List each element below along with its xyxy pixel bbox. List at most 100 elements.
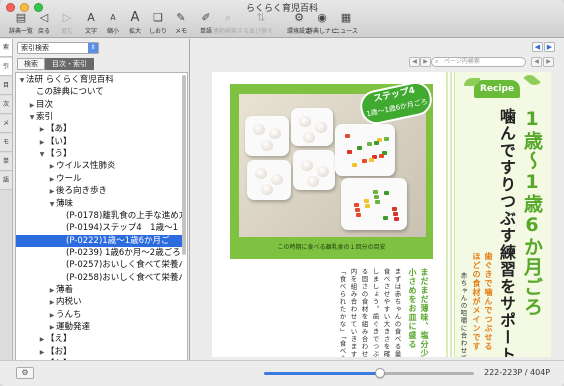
tree-item-label: この辞典について — [36, 87, 104, 98]
tree-item[interactable]: (P-0239) 1歳6か月〜2歳ごろ — [16, 247, 182, 259]
page-prev-button[interactable]: ◀ — [409, 57, 420, 67]
tree-item[interactable]: ▶ 薄着 — [16, 284, 182, 296]
search-prev-button[interactable]: ◀ — [531, 57, 542, 67]
search-next-button[interactable]: ▶ — [543, 57, 554, 67]
tree-item[interactable]: ▼ 薄味 — [16, 198, 182, 210]
vegetable-piece — [379, 154, 384, 158]
tree-item-label: 内税い — [56, 297, 82, 308]
page-slider[interactable] — [264, 368, 474, 378]
tree-scrollbar[interactable] — [182, 75, 186, 255]
page-search-input[interactable]: ⌕ ページ内検索 — [431, 57, 526, 67]
disclosure-open-icon[interactable]: ▼ — [28, 112, 36, 123]
tree-item[interactable]: ▶ 目次 — [16, 99, 182, 111]
disclosure-closed-icon[interactable]: ▶ — [48, 174, 56, 185]
disclosure-closed-icon[interactable]: ▶ — [48, 285, 56, 296]
body-text-column: 「食べられたかな」「食べら — [338, 268, 346, 357]
bookmark-icon: ❏ — [153, 11, 163, 24]
disclosure-closed-icon[interactable]: ▶ — [48, 161, 56, 172]
zoom-in-icon: A — [130, 10, 140, 25]
disclosure-closed-icon[interactable]: ▶ — [48, 186, 56, 197]
rice-ball — [261, 140, 273, 151]
settings-menu-button[interactable]: ⚙ — [16, 367, 34, 379]
tree-item[interactable]: (P-0258)おいしく食べて栄養バ — [16, 272, 182, 284]
tree-item[interactable]: ▶ 後ろ向き歩き — [16, 185, 182, 197]
tree-item[interactable]: ▼ 【う】 — [16, 148, 182, 160]
tree-item[interactable]: ▶ 【お】 — [16, 346, 182, 358]
preferences-icon: ⚙ — [294, 11, 304, 24]
disclosure-closed-icon[interactable]: ▶ — [38, 137, 46, 148]
tree-item[interactable]: この辞典について — [16, 86, 182, 98]
vertical-tab-0[interactable]: 索 — [0, 39, 12, 57]
toolbar-button-9[interactable]: ⌕ 連動検索する — [213, 11, 250, 35]
vertical-tab-4[interactable]: メ — [0, 115, 12, 133]
disclosure-closed-icon[interactable]: ▶ — [48, 297, 56, 308]
rice-ball — [269, 128, 281, 139]
disclosure-closed-icon[interactable]: ▶ — [38, 124, 46, 135]
disclosure-closed-icon[interactable]: ▶ — [38, 334, 46, 345]
tree-item[interactable]: ▶ 【い】 — [16, 136, 182, 148]
disclosure-open-icon[interactable]: ▼ — [18, 75, 26, 86]
rice-ball — [303, 132, 315, 143]
vegetable-piece — [356, 213, 361, 217]
vertical-tab-2[interactable]: 目 — [0, 77, 12, 95]
disclosure-open-icon[interactable]: ▼ — [48, 199, 56, 210]
vegetable-piece — [383, 216, 388, 220]
index-type-select[interactable]: 索引検索 ⇕ — [17, 42, 99, 54]
toolbar-button-10[interactable]: ⇅ 並び替え — [246, 11, 276, 35]
tree-item[interactable]: ▶ ウール — [16, 173, 182, 185]
history-forward-button[interactable]: ▶ — [544, 42, 555, 52]
body-text-column: 内を組み合わせていきます。 — [349, 268, 357, 357]
subheading-green-2: 小さめをお皿に盛る — [408, 268, 417, 349]
toolbar-button-13[interactable]: ▦ ニュース — [331, 11, 361, 35]
vegetable-piece — [374, 141, 379, 145]
tree-item[interactable]: (P-0178)離乳食の上手な進め方 — [16, 210, 182, 222]
vegetable-piece — [384, 191, 389, 195]
rice-ball — [299, 116, 311, 127]
rice-ball — [253, 124, 265, 135]
tree-item[interactable]: ▶ 内税い — [16, 296, 182, 308]
history-back-button[interactable]: ◀ — [532, 42, 543, 52]
tree-item[interactable]: (P-0194)ステップ4 1歳〜1 — [16, 222, 182, 234]
disclosure-closed-icon[interactable]: ▶ — [48, 310, 56, 321]
tree-item[interactable]: ▶ 運動発達 — [16, 321, 182, 333]
page-slider-fill — [264, 372, 380, 375]
vertical-tab-1[interactable]: 引 — [0, 58, 12, 76]
page-search-row: ◀ ▶ ⌕ ページ内検索 ◀ ▶ — [191, 55, 564, 69]
page-slider-handle[interactable] — [374, 368, 385, 378]
vertical-tab-5[interactable]: モ — [0, 134, 12, 152]
tab-search[interactable]: 検索 — [17, 58, 45, 70]
panel-tabs: 検索 目次・索引 — [17, 58, 94, 70]
tree-item-label: 索引 — [36, 112, 54, 123]
recipe-label: Recipe — [474, 80, 520, 98]
vertical-tab-7[interactable]: 語 — [0, 172, 12, 190]
tree-item[interactable]: ▶ ウイルス性肺炎 — [16, 160, 182, 172]
tree-item[interactable]: ▶ 【あ】 — [16, 123, 182, 135]
tree-item-label: (P-0239) 1歳6か月〜2歳ごろ — [66, 247, 181, 258]
disclosure-closed-icon[interactable]: ▶ — [48, 322, 56, 333]
tree-item[interactable]: ▶ 【え】 — [16, 333, 182, 345]
vegetable-piece — [392, 207, 397, 211]
right-triangle-icon: ▶ — [423, 58, 428, 65]
dictionary-page[interactable]: ステップ4 1歳〜1歳6か月ごろ この時期に食べる離乳食の１回分の目安 まだまだ… — [212, 72, 551, 357]
arrow-left-icon: ◀ — [534, 43, 541, 51]
arrow-right-icon: ▶ — [546, 43, 553, 51]
dictionary-navi-icon: ◉ — [317, 11, 327, 24]
vertical-tab-6[interactable]: 単 — [0, 153, 12, 171]
disclosure-closed-icon[interactable]: ▶ — [38, 347, 46, 358]
page-next-button[interactable]: ▶ — [420, 57, 431, 67]
vertical-tab-3[interactable]: 次 — [0, 96, 12, 114]
tab-contents-index[interactable]: 目次・索引 — [45, 58, 94, 70]
vegetable-piece — [347, 150, 352, 154]
tree-item-label: ウイルス性肺炎 — [56, 161, 116, 172]
tree-item[interactable]: ▶ うんち — [16, 309, 182, 321]
subheading-orange-1: 歯ぐきで噛んでつぶせる — [484, 252, 493, 351]
vegetable-piece — [362, 159, 367, 163]
tree-item[interactable]: ▼ 法研 らくらく育児百科 — [16, 74, 182, 86]
disclosure-open-icon[interactable]: ▼ — [38, 149, 46, 160]
rice-ball — [261, 184, 273, 195]
tree-item[interactable]: (P-0257)おいしく食べて栄養バ — [16, 259, 182, 271]
toolbar-button-label: 連動検索する — [213, 28, 250, 35]
tree-item[interactable]: (P-0222)1歳〜1歳6か月ご — [16, 234, 182, 247]
tree-item[interactable]: ▼ 索引 — [16, 111, 182, 123]
disclosure-closed-icon[interactable]: ▶ — [28, 100, 36, 111]
